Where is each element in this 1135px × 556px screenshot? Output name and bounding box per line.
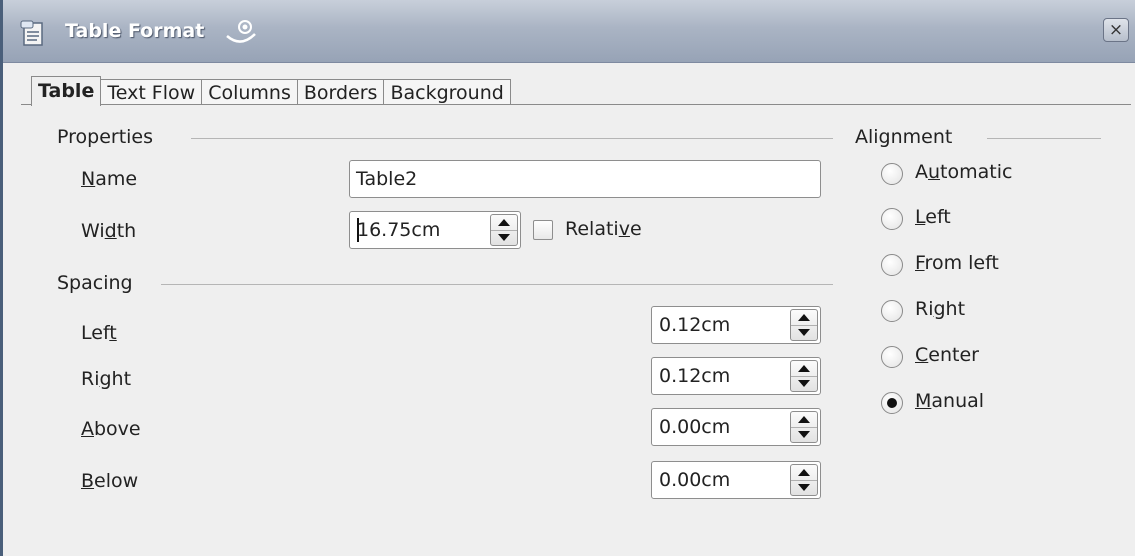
- text-cursor: [357, 218, 359, 242]
- tab-panel-border: [21, 104, 1131, 105]
- spacing-above-spin-buttons: [790, 411, 818, 443]
- spacing-left-increment-button[interactable]: [791, 310, 817, 326]
- tab-bar: Table Text Flow Columns Borders Backgrou…: [31, 76, 511, 106]
- arrow-up-icon: [798, 314, 810, 321]
- spacing-left-value: 0.12cm: [659, 314, 731, 336]
- close-button[interactable]: ×: [1103, 18, 1129, 42]
- spacing-left-label: Left: [81, 322, 117, 344]
- spacing-right-increment-button[interactable]: [791, 361, 817, 377]
- spacing-below-spinbox[interactable]: 0.00cm: [651, 461, 821, 499]
- window-title: Table Format: [65, 20, 205, 42]
- radio-manual[interactable]: [881, 392, 903, 414]
- radio-right[interactable]: [881, 300, 903, 322]
- arrow-down-icon: [798, 380, 810, 387]
- name-label: Name: [81, 168, 138, 190]
- arrow-up-icon: [498, 219, 510, 226]
- radio-center[interactable]: [881, 346, 903, 368]
- radio-right-label[interactable]: Right: [915, 298, 965, 320]
- spacing-rule: [161, 284, 833, 285]
- close-icon: ×: [1108, 20, 1124, 40]
- width-increment-button[interactable]: [491, 215, 517, 231]
- arrow-down-icon: [798, 431, 810, 438]
- spacing-below-spin-buttons: [790, 464, 818, 496]
- spacing-right-decrement-button[interactable]: [791, 376, 817, 391]
- spacing-below-value: 0.00cm: [659, 469, 731, 491]
- arrow-up-icon: [798, 469, 810, 476]
- spacing-right-spinbox[interactable]: 0.12cm: [651, 357, 821, 395]
- spacing-above-decrement-button[interactable]: [791, 427, 817, 442]
- spacing-left-spinbox[interactable]: 0.12cm: [651, 306, 821, 344]
- radio-center-label[interactable]: Center: [915, 344, 979, 366]
- spacing-below-decrement-button[interactable]: [791, 480, 817, 495]
- spacing-header: Spacing: [57, 272, 133, 294]
- name-field[interactable]: Table2: [349, 160, 821, 198]
- alignment-header: Alignment: [855, 126, 953, 148]
- radio-from-left-label[interactable]: From left: [915, 252, 999, 274]
- title-bar[interactable]: Table Format ×: [3, 0, 1135, 63]
- radio-manual-label[interactable]: Manual: [915, 390, 984, 412]
- arrow-down-icon: [498, 234, 510, 241]
- spacing-left-decrement-button[interactable]: [791, 325, 817, 340]
- properties-rule: [191, 138, 833, 139]
- tab-columns[interactable]: Columns: [201, 79, 298, 105]
- radio-from-left[interactable]: [881, 254, 903, 276]
- radio-left[interactable]: [881, 208, 903, 230]
- arrow-down-icon: [798, 329, 810, 336]
- radio-automatic-label[interactable]: Automatic: [915, 161, 1012, 183]
- relative-checkbox[interactable]: [533, 220, 553, 240]
- width-spin-buttons: [490, 214, 518, 246]
- radio-left-label[interactable]: Left: [915, 206, 951, 228]
- spacing-above-label: Above: [81, 418, 141, 440]
- spacing-right-label: Right: [81, 368, 132, 390]
- spacing-below-increment-button[interactable]: [791, 465, 817, 481]
- width-value: 16.75cm: [357, 219, 441, 241]
- writer-document-icon: [20, 20, 43, 46]
- spacing-above-value: 0.00cm: [659, 416, 731, 438]
- width-label: Width: [81, 220, 137, 242]
- table-format-dialog: Table Format × Table Text Flow Columns B…: [0, 0, 1135, 556]
- radio-automatic[interactable]: [881, 163, 903, 185]
- spacing-right-value: 0.12cm: [659, 365, 731, 387]
- spacing-right-spin-buttons: [790, 360, 818, 392]
- arrow-up-icon: [798, 365, 810, 372]
- arrow-up-icon: [798, 416, 810, 423]
- relative-label[interactable]: Relative: [565, 218, 642, 240]
- properties-header: Properties: [57, 126, 154, 148]
- radio-selected-dot: [887, 398, 897, 408]
- width-decrement-button[interactable]: [491, 230, 517, 245]
- spacing-left-spin-buttons: [790, 309, 818, 341]
- tab-borders[interactable]: Borders: [296, 79, 385, 105]
- arrow-down-icon: [798, 484, 810, 491]
- spacing-below-label: Below: [81, 470, 139, 492]
- spacing-above-increment-button[interactable]: [791, 412, 817, 428]
- spacing-above-spinbox[interactable]: 0.00cm: [651, 408, 821, 446]
- tab-table[interactable]: Table: [31, 76, 102, 106]
- suse-swirl-icon: [226, 20, 256, 43]
- tab-text-flow[interactable]: Text Flow: [100, 79, 203, 105]
- width-spinbox[interactable]: 16.75cm: [349, 211, 521, 249]
- tab-background[interactable]: Background: [383, 79, 511, 105]
- alignment-rule: [987, 138, 1101, 139]
